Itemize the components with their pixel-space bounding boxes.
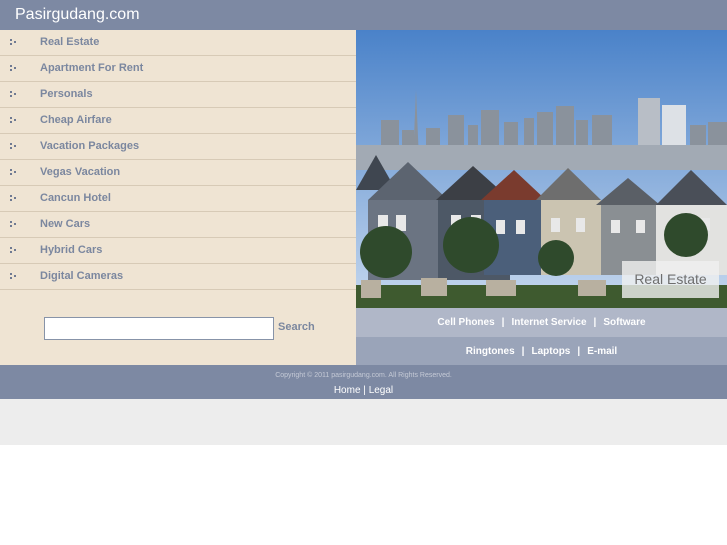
- link-internet-service[interactable]: Internet Service: [511, 317, 586, 328]
- sidebar-item-label[interactable]: Vacation Packages: [40, 140, 139, 152]
- footer-separator: |: [363, 385, 366, 396]
- link-separator: |: [577, 346, 581, 357]
- sidebar-item-cancun-hotel[interactable]: Cancun Hotel: [0, 186, 356, 212]
- link-separator: |: [593, 317, 597, 328]
- sidebar-item-digital-cameras[interactable]: Digital Cameras: [0, 264, 356, 290]
- link-separator: |: [501, 317, 505, 328]
- site-footer: Copyright © 2011 pasirgudang.com. All Ri…: [0, 365, 727, 399]
- bullet-icon: [9, 272, 19, 282]
- sidebar-item-vegas-vacation[interactable]: Vegas Vacation: [0, 160, 356, 186]
- sidebar-item-label[interactable]: Cheap Airfare: [40, 114, 112, 126]
- sidebar-item-label[interactable]: Real Estate: [40, 36, 99, 48]
- sidebar-item-label[interactable]: Hybrid Cars: [40, 244, 102, 256]
- bullet-icon: [9, 246, 19, 256]
- site-header: Pasirgudang.com: [0, 0, 727, 30]
- bullet-icon: [9, 168, 19, 178]
- bullet-icon: [9, 194, 19, 204]
- photo-caption[interactable]: Real Estate: [622, 261, 719, 298]
- search-input[interactable]: [44, 317, 274, 340]
- link-laptops[interactable]: Laptops: [531, 346, 570, 357]
- city-photo: Real Estate: [356, 30, 727, 308]
- sidebar-item-label[interactable]: Vegas Vacation: [40, 166, 120, 178]
- sidebar-item-label[interactable]: Digital Cameras: [40, 270, 123, 282]
- bullet-icon: [9, 220, 19, 230]
- sidebar-item-vacation-packages[interactable]: Vacation Packages: [0, 134, 356, 160]
- bullet-icon: [9, 90, 19, 100]
- link-separator: |: [521, 346, 525, 357]
- bullet-icon: [9, 142, 19, 152]
- link-email[interactable]: E-mail: [587, 346, 617, 357]
- bullet-icon: [9, 64, 19, 74]
- bottom-band: [0, 399, 727, 445]
- sidebar-item-cheap-airfare[interactable]: Cheap Airfare: [0, 108, 356, 134]
- sidebar-menu: Real Estate Apartment For Rent Personals…: [0, 30, 356, 290]
- link-ringtones[interactable]: Ringtones: [466, 346, 515, 357]
- bullet-icon: [9, 38, 19, 48]
- links-bar-1: Cell Phones | Internet Service | Software: [356, 308, 727, 337]
- search-button[interactable]: Search: [278, 321, 315, 333]
- copyright-text: Copyright © 2011 pasirgudang.com. All Ri…: [275, 372, 452, 379]
- sidebar-item-apartment-for-rent[interactable]: Apartment For Rent: [0, 56, 356, 82]
- sidebar-item-label[interactable]: Apartment For Rent: [40, 62, 143, 74]
- sidebar-item-new-cars[interactable]: New Cars: [0, 212, 356, 238]
- site-title[interactable]: Pasirgudang.com: [15, 6, 140, 24]
- link-cell-phones[interactable]: Cell Phones: [437, 317, 494, 328]
- sidebar: Real Estate Apartment For Rent Personals…: [0, 30, 356, 365]
- sidebar-item-hybrid-cars[interactable]: Hybrid Cars: [0, 238, 356, 264]
- main-panel: Real Estate Cell Phones | Internet Service…: [356, 30, 727, 365]
- sidebar-item-label[interactable]: Personals: [40, 88, 93, 100]
- sidebar-item-real-estate[interactable]: Real Estate: [0, 30, 356, 56]
- sidebar-item-label[interactable]: New Cars: [40, 218, 90, 230]
- footer-legal-link[interactable]: Legal: [369, 385, 393, 396]
- sidebar-item-label[interactable]: Cancun Hotel: [40, 192, 111, 204]
- links-bar-2: Ringtones | Laptops | E-mail: [356, 337, 727, 365]
- footer-home-link[interactable]: Home: [334, 385, 361, 396]
- bullet-icon: [9, 116, 19, 126]
- sidebar-item-personals[interactable]: Personals: [0, 82, 356, 108]
- link-software[interactable]: Software: [603, 317, 645, 328]
